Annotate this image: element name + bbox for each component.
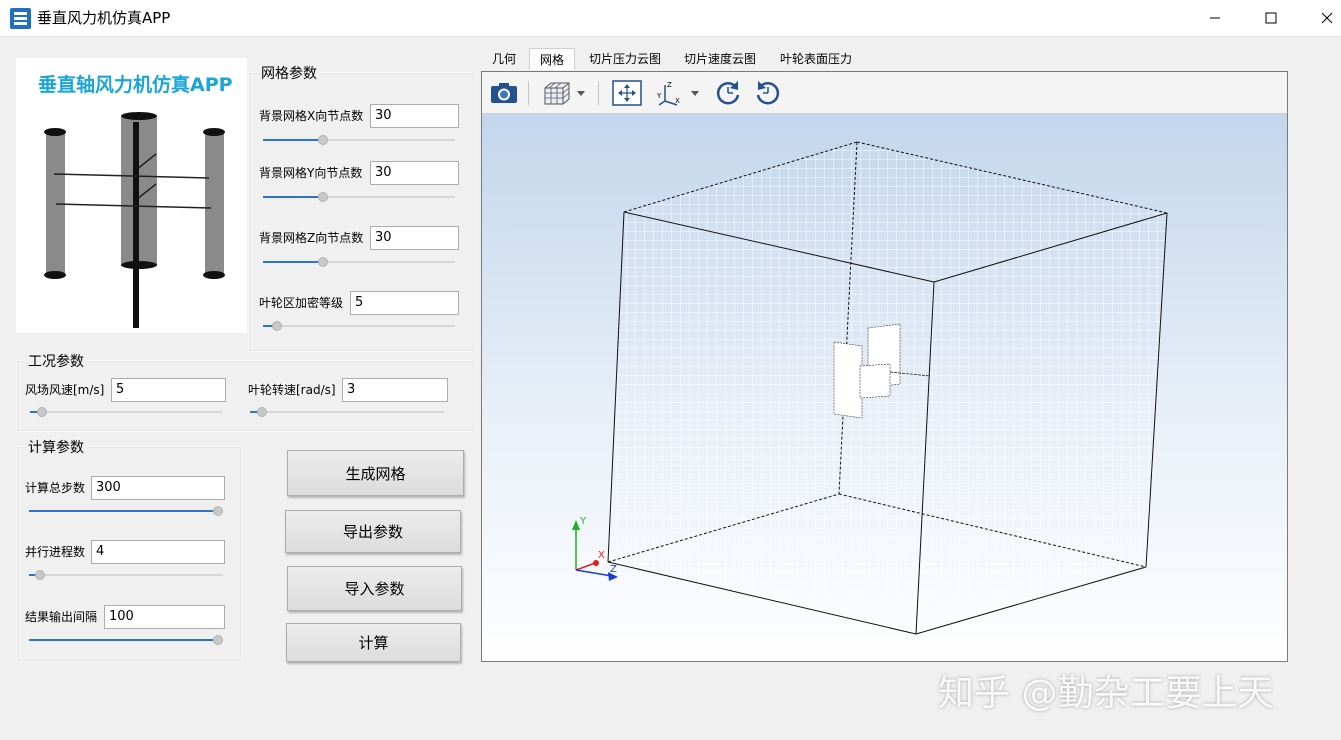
svg-text:X: X — [675, 97, 680, 105]
total-steps-slider[interactable] — [29, 505, 223, 517]
output-interval-input[interactable]: 100 — [104, 605, 225, 629]
calc-params-title: 计算参数 — [25, 437, 87, 457]
mesh-display-icon — [544, 82, 585, 105]
window-title: 垂直风力机仿真APP — [37, 9, 171, 27]
mesh-z-label: 背景网格Z向节点数 — [259, 231, 364, 245]
import-params-button[interactable]: 导入参数 — [287, 566, 462, 611]
watermark: 知乎 @勤杂工要上天 — [938, 673, 1274, 714]
rotor-speed-input[interactable]: 3 — [342, 378, 448, 402]
output-interval-slider[interactable] — [29, 634, 223, 646]
wind-speed-label: 风场风速[m/s] — [25, 383, 105, 397]
total-steps-input[interactable]: 300 — [91, 476, 225, 500]
close-button[interactable] — [1299, 0, 1341, 36]
rotate-ccw-button[interactable] — [752, 79, 784, 107]
rotor-speed-label: 叶轮转速[rad/s] — [248, 383, 336, 397]
screenshot-button[interactable] — [488, 79, 520, 107]
app-icon — [10, 8, 31, 29]
title-bar: 垂直风力机仿真APP — [0, 0, 1341, 37]
rotate-cw-button[interactable] — [712, 79, 744, 107]
wind-speed-slider[interactable] — [30, 406, 222, 418]
refine-level-label: 叶轮区加密等级 — [259, 296, 344, 310]
svg-text:Y: Y — [656, 92, 662, 100]
axes-orientation-button[interactable]: Z X Y — [654, 79, 704, 107]
mesh-y-input[interactable]: 30 — [370, 161, 459, 185]
mesh-x-input[interactable]: 30 — [370, 104, 459, 128]
viewer-toolbar: Z X Y — [482, 72, 1287, 114]
mesh-z-slider[interactable] — [263, 256, 455, 268]
tab-geometry[interactable]: 几何 — [484, 48, 524, 70]
mesh-3d-canvas[interactable]: Y X Z — [482, 114, 1287, 661]
axis-z-label: Z — [610, 564, 617, 575]
generate-mesh-button[interactable]: 生成网格 — [287, 450, 464, 496]
close-icon — [1321, 12, 1332, 24]
wind-speed-input[interactable]: 5 — [111, 378, 226, 402]
mesh-wireframe: Y X Z — [572, 141, 1168, 635]
output-interval-label: 结果输出间隔 — [25, 610, 98, 624]
parallel-procs-label: 并行进程数 — [25, 545, 86, 559]
tab-blade-pressure[interactable]: 叶轮表面压力 — [773, 48, 859, 70]
mesh-x-label: 背景网格X向节点数 — [259, 109, 364, 123]
axes-orientation-icon: Z X Y — [656, 81, 699, 106]
axis-y-label: Y — [579, 516, 587, 527]
axis-x-label: X — [598, 550, 605, 561]
toolbar-separator — [528, 81, 529, 105]
rotate-ccw-icon — [756, 81, 780, 105]
total-steps-label: 计算总步数 — [25, 481, 86, 495]
refine-level-input[interactable]: 5 — [350, 291, 459, 315]
mesh-y-label: 背景网格Y向节点数 — [259, 166, 363, 180]
tab-slice-pressure[interactable]: 切片压力云图 — [582, 48, 668, 70]
refine-level-slider[interactable] — [263, 320, 455, 332]
mesh-display-button[interactable] — [540, 79, 590, 107]
maximize-icon — [1265, 12, 1276, 24]
toolbar-separator — [598, 81, 599, 105]
fit-view-button[interactable] — [610, 79, 644, 107]
turbine-logo-panel: 垂直轴风力机仿真APP — [16, 58, 247, 333]
fit-view-icon — [612, 80, 642, 106]
mesh-z-input[interactable]: 30 — [370, 226, 459, 250]
turbine-illustration — [44, 112, 225, 328]
mesh-x-slider[interactable] — [263, 134, 455, 146]
tab-mesh[interactable]: 网格 — [529, 48, 575, 70]
svg-text:Z: Z — [667, 81, 672, 89]
rotor-speed-slider[interactable] — [250, 406, 444, 418]
rotate-cw-icon — [716, 81, 740, 105]
parallel-procs-slider[interactable] — [29, 569, 223, 581]
parallel-procs-input[interactable]: 4 — [91, 540, 225, 564]
compute-button[interactable]: 计算 — [286, 623, 461, 662]
tab-slice-velocity[interactable]: 切片速度云图 — [677, 48, 763, 70]
maximize-button[interactable] — [1243, 0, 1298, 36]
camera-icon — [491, 83, 517, 103]
minimize-button[interactable] — [1187, 0, 1242, 36]
condition-params-title: 工况参数 — [25, 351, 87, 371]
export-params-button[interactable]: 导出参数 — [285, 510, 461, 553]
mesh-y-slider[interactable] — [263, 191, 455, 203]
mesh-params-title: 网格参数 — [258, 63, 320, 83]
mesh-viewer: Z X Y Y X Z — [481, 71, 1288, 662]
minimize-icon — [1209, 17, 1220, 19]
